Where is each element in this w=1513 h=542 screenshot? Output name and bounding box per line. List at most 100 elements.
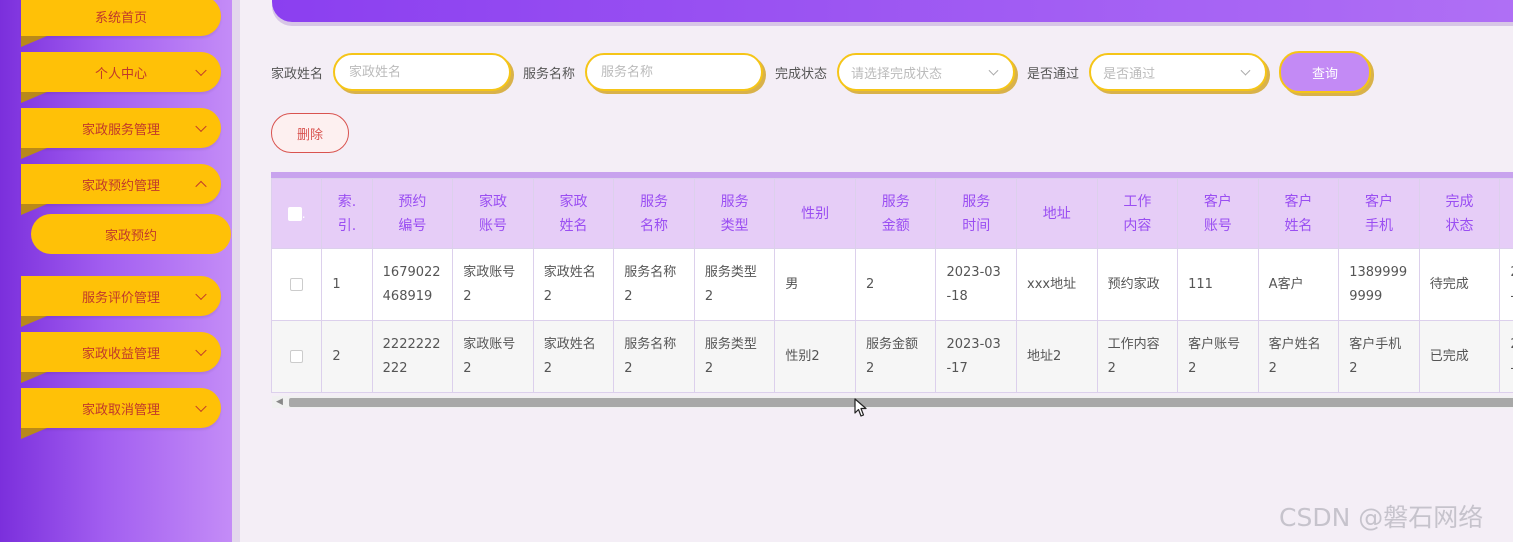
table-cell: 已完成 <box>1418 320 1501 393</box>
housekeeper-name-field <box>333 53 512 91</box>
breadcrumb-bar <box>272 0 1513 22</box>
cell-text: 2 <box>624 360 633 376</box>
sidebar-item-label: 家政服务管理 <box>81 122 160 138</box>
ribbon-fold-decoration <box>21 428 47 439</box>
sidebar-item-personal-center[interactable]: 个人中心 <box>21 52 221 103</box>
cell-text: 2 <box>543 288 553 304</box>
column-header-label: 服务 <box>640 193 669 210</box>
cell-text: 2 <box>1268 360 1277 376</box>
column-header-label: 姓名 <box>559 217 588 234</box>
cell-text: -18 <box>946 288 968 304</box>
approved-select[interactable]: 是否通过 <box>1089 53 1268 91</box>
cell-text: 2 <box>1107 360 1116 376</box>
cell-text: 111 <box>1188 276 1213 292</box>
table-cell: 家政姓名 2 <box>532 248 615 321</box>
cell-text: 待完成 <box>1429 276 1469 292</box>
select-placeholder: 是否通过 <box>1103 66 1156 82</box>
column-header-label: 引. <box>337 217 357 234</box>
sidebar-item-review-management[interactable]: 服务评价管理 <box>21 276 221 327</box>
table-cell: 1679022 468919 <box>371 248 454 321</box>
table-cell: 客户姓名 2 <box>1257 320 1340 393</box>
cell-text: 服务类型 <box>704 264 757 280</box>
cell-text: 2 <box>704 360 714 376</box>
table-cell: 20-1 <box>1499 320 1513 393</box>
table-cell: 2023-03 -17 <box>935 320 1018 393</box>
sidebar-item-service-management[interactable]: 家政服务管理 <box>21 108 221 159</box>
housekeeper-name-input[interactable] <box>347 63 498 81</box>
column-header-label: 客户 <box>1203 193 1232 210</box>
sidebar-subitem-booking[interactable]: 家政预约 <box>31 214 231 254</box>
cell-text: 222 <box>382 360 408 376</box>
column-header: 服务 时间 <box>935 178 1018 249</box>
chevron-down-icon <box>195 344 207 357</box>
cell-text: 工作内容 <box>1107 336 1160 352</box>
column-header: 家政 姓名 <box>532 178 615 249</box>
cell-text: 1389999 <box>1349 264 1408 280</box>
chevron-down-icon <box>195 400 207 413</box>
sidebar-item-income-management[interactable]: 家政收益管理 <box>21 332 221 383</box>
service-name-input[interactable] <box>599 63 750 81</box>
column-header-label: 客户 <box>1284 193 1313 210</box>
table-cell: 2023-03 -18 <box>935 248 1018 321</box>
table-cell: 服务名称 2 <box>613 320 695 393</box>
column-header-label: 姓名 <box>1284 217 1313 234</box>
table-cell: 1389999 9999 <box>1338 248 1420 321</box>
row-select-cell <box>271 248 323 321</box>
chevron-down-icon <box>195 120 207 133</box>
cell-text: 客户账号 <box>1188 336 1241 352</box>
chevron-down-icon <box>988 65 999 76</box>
row-select-cell <box>271 320 323 393</box>
column-header: 客户 手机 <box>1338 178 1420 249</box>
delete-button[interactable]: 删除 <box>271 113 349 153</box>
table-cell: 客户手机 2 <box>1338 320 1420 393</box>
horizontal-scrollbar[interactable]: ◀ <box>272 396 1513 408</box>
column-header <box>1499 178 1513 249</box>
cell-text: 2 <box>1188 360 1197 376</box>
sidebar-item-label: 系统首页 <box>94 10 147 26</box>
table-header-row: . 索. 引. 预约 编号 家政 账号 家政 姓名 服务 名称 服务 类型 性别 服务 金额 服务 时间 地址 工作… <box>271 178 1513 249</box>
column-header: 完成 状态 <box>1418 178 1501 249</box>
scrollbar-thumb[interactable] <box>289 398 1513 407</box>
column-header-label: 家政 <box>559 193 588 210</box>
cell-text: 性别2 <box>785 348 820 364</box>
query-button[interactable]: 查询 <box>1279 51 1372 93</box>
select-all-checkbox[interactable] <box>287 206 302 221</box>
chevron-down-icon <box>1240 65 1251 76</box>
table-row[interactable]: 2 2222222 222 家政账号 2 家政姓名 2 服务名称 2 服务类型 2 性别2 服务金额 2 2… <box>271 320 1513 393</box>
cell-text: 1 <box>332 276 341 292</box>
header-dot: . <box>301 206 306 221</box>
column-header-label: 账号 <box>1203 217 1232 234</box>
sidebar-item-cancel-management[interactable]: 家政取消管理 <box>21 388 221 439</box>
sidebar-item-booking-management[interactable]: 家政预约管理 <box>21 164 221 215</box>
service-name-field <box>585 53 764 91</box>
table-cell: 家政账号 2 <box>452 248 534 321</box>
ribbon-fold-decoration <box>21 204 47 215</box>
sidebar-item-home[interactable]: 系统首页 <box>21 0 221 47</box>
cell-text: 服务类型 <box>704 336 757 352</box>
cell-text: 2 <box>704 288 714 304</box>
sidebar-item-label: 家政收益管理 <box>81 346 160 362</box>
column-header-label: 类型 <box>720 217 749 234</box>
row-checkbox[interactable] <box>290 277 304 291</box>
sidebar-item-label: 家政预约管理 <box>81 178 160 194</box>
cell-text: 2 <box>543 360 553 376</box>
completion-status-select[interactable]: 请选择完成状态 <box>837 53 1016 91</box>
column-header: 家政 账号 <box>452 178 534 249</box>
row-checkbox[interactable] <box>290 349 304 363</box>
ribbon-fold-decoration <box>21 372 47 383</box>
table-cell: A客户 <box>1257 248 1340 321</box>
column-header-label: 金额 <box>881 217 910 234</box>
cell-text: 1679022 <box>382 264 441 280</box>
cell-text: 2 <box>1349 360 1358 376</box>
search-form: 家政姓名 服务名称 完成状态 请选择完成状态 是否通过 是否通过 查询 <box>271 51 1372 93</box>
mouse-cursor-icon <box>854 398 867 417</box>
table-cell: 1 <box>321 248 373 321</box>
table-row[interactable]: 1 1679022 468919 家政账号 2 家政姓名 2 服务名称 2 服务类型 2 男 2 2023… <box>271 248 1513 321</box>
column-header-label: 编号 <box>398 217 427 234</box>
cell-text: 服务名称 <box>624 336 677 352</box>
table-cell: 服务金额 2 <box>854 320 937 393</box>
scroll-left-icon[interactable]: ◀ <box>276 397 283 407</box>
column-header-label: 内容 <box>1123 217 1152 234</box>
search-label-housekeeper-name: 家政姓名 <box>271 66 324 82</box>
watermark: CSDN @磐石网络 <box>1279 503 1484 532</box>
